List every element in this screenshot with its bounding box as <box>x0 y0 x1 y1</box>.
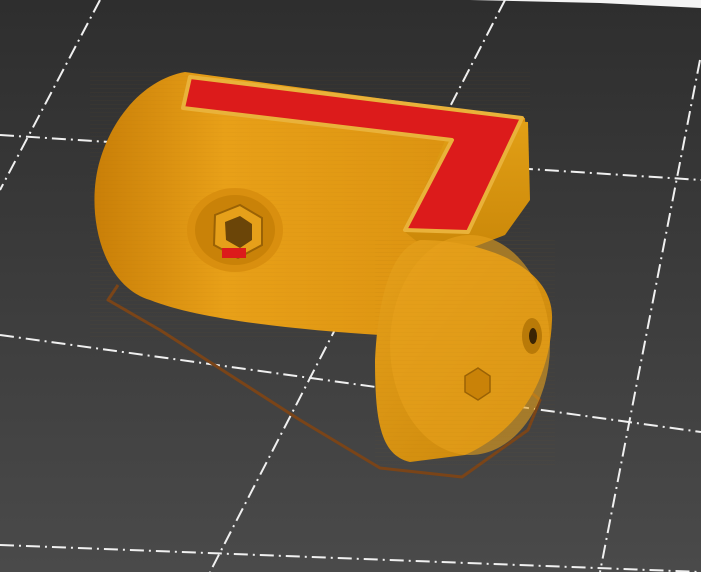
disc-layer-texture <box>375 240 555 465</box>
hex-nut-hole <box>187 188 283 272</box>
3d-preview-viewport[interactable] <box>0 0 701 572</box>
3d-scene[interactable] <box>0 0 701 572</box>
